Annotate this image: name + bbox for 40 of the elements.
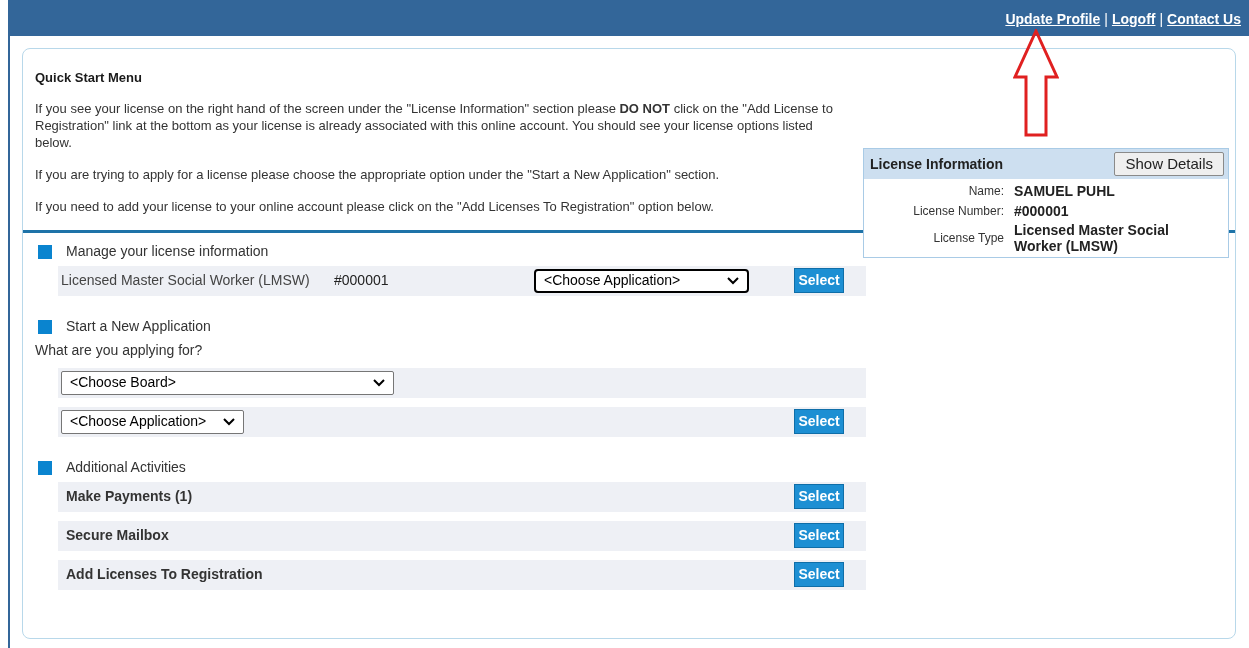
field-label: License Number: <box>912 203 1004 220</box>
panel-title: License Information <box>870 154 1004 174</box>
dropdown[interactable]: <Choose Board> <box>61 370 394 395</box>
section-marker-icon <box>38 460 52 475</box>
section-prompt: What are you applying for? <box>35 340 204 360</box>
header-link[interactable]: Update Profile <box>1005 8 1101 30</box>
select-button[interactable]: Select <box>794 484 844 509</box>
field-value: #000001 <box>1014 203 1070 219</box>
activity-label: Secure Mailbox <box>66 526 169 545</box>
activity-label: Add Licenses To Registration <box>66 565 263 584</box>
field-value: SAMUEL PUHL <box>1014 183 1116 199</box>
section-title: Additional Activities <box>66 458 186 477</box>
chevron-down-icon <box>373 378 385 387</box>
section-title: Start a New Application <box>66 317 211 336</box>
select-button[interactable]: Select <box>794 268 844 293</box>
separator: | <box>1104 9 1108 29</box>
dropdown[interactable]: <Choose Application> <box>61 409 244 434</box>
section-marker-icon <box>38 319 52 334</box>
card-title: Quick Start Menu <box>35 69 143 87</box>
license-name: Licensed Master Social Worker (LMSW) <box>61 271 311 290</box>
header-link[interactable]: Contact Us <box>1167 8 1241 30</box>
activity-label: Make Payments (1) <box>66 487 193 506</box>
dropdown[interactable]: <Choose Application> <box>534 268 749 293</box>
header-link[interactable]: Logoff <box>1111 8 1156 30</box>
section-marker-icon <box>38 244 52 259</box>
select-button[interactable]: Select <box>794 409 844 434</box>
chevron-down-icon <box>223 417 235 426</box>
select-button[interactable]: Select <box>794 523 844 548</box>
separator: | <box>1159 9 1164 29</box>
instruction-text: If you need to add your license to your online account please click on the "Add Licenses To Registration" option below. <box>35 197 715 215</box>
field-label: License Type <box>932 230 1004 247</box>
show-details-button[interactable]: Show Details <box>1114 152 1224 176</box>
field-value: Licensed Master Social Worker (LMSW) <box>1014 222 1170 254</box>
section-title: Manage your license information <box>66 242 269 261</box>
field-label: Name: <box>967 183 1004 200</box>
chevron-down-icon <box>727 276 739 285</box>
license-number: #000001 <box>334 271 390 290</box>
instruction-text: If you see your license on the right hand of the screen under the "License Information" section please DO NOT click on the "Add License to Registration" link at the bottom as your license is already associated with this online account. You should see your license options listed below. <box>35 99 834 151</box>
select-button[interactable]: Select <box>794 562 844 587</box>
instruction-text: If you are trying to apply for a license please choose the appropriate option under the "Start a New Application" section. <box>35 165 721 183</box>
